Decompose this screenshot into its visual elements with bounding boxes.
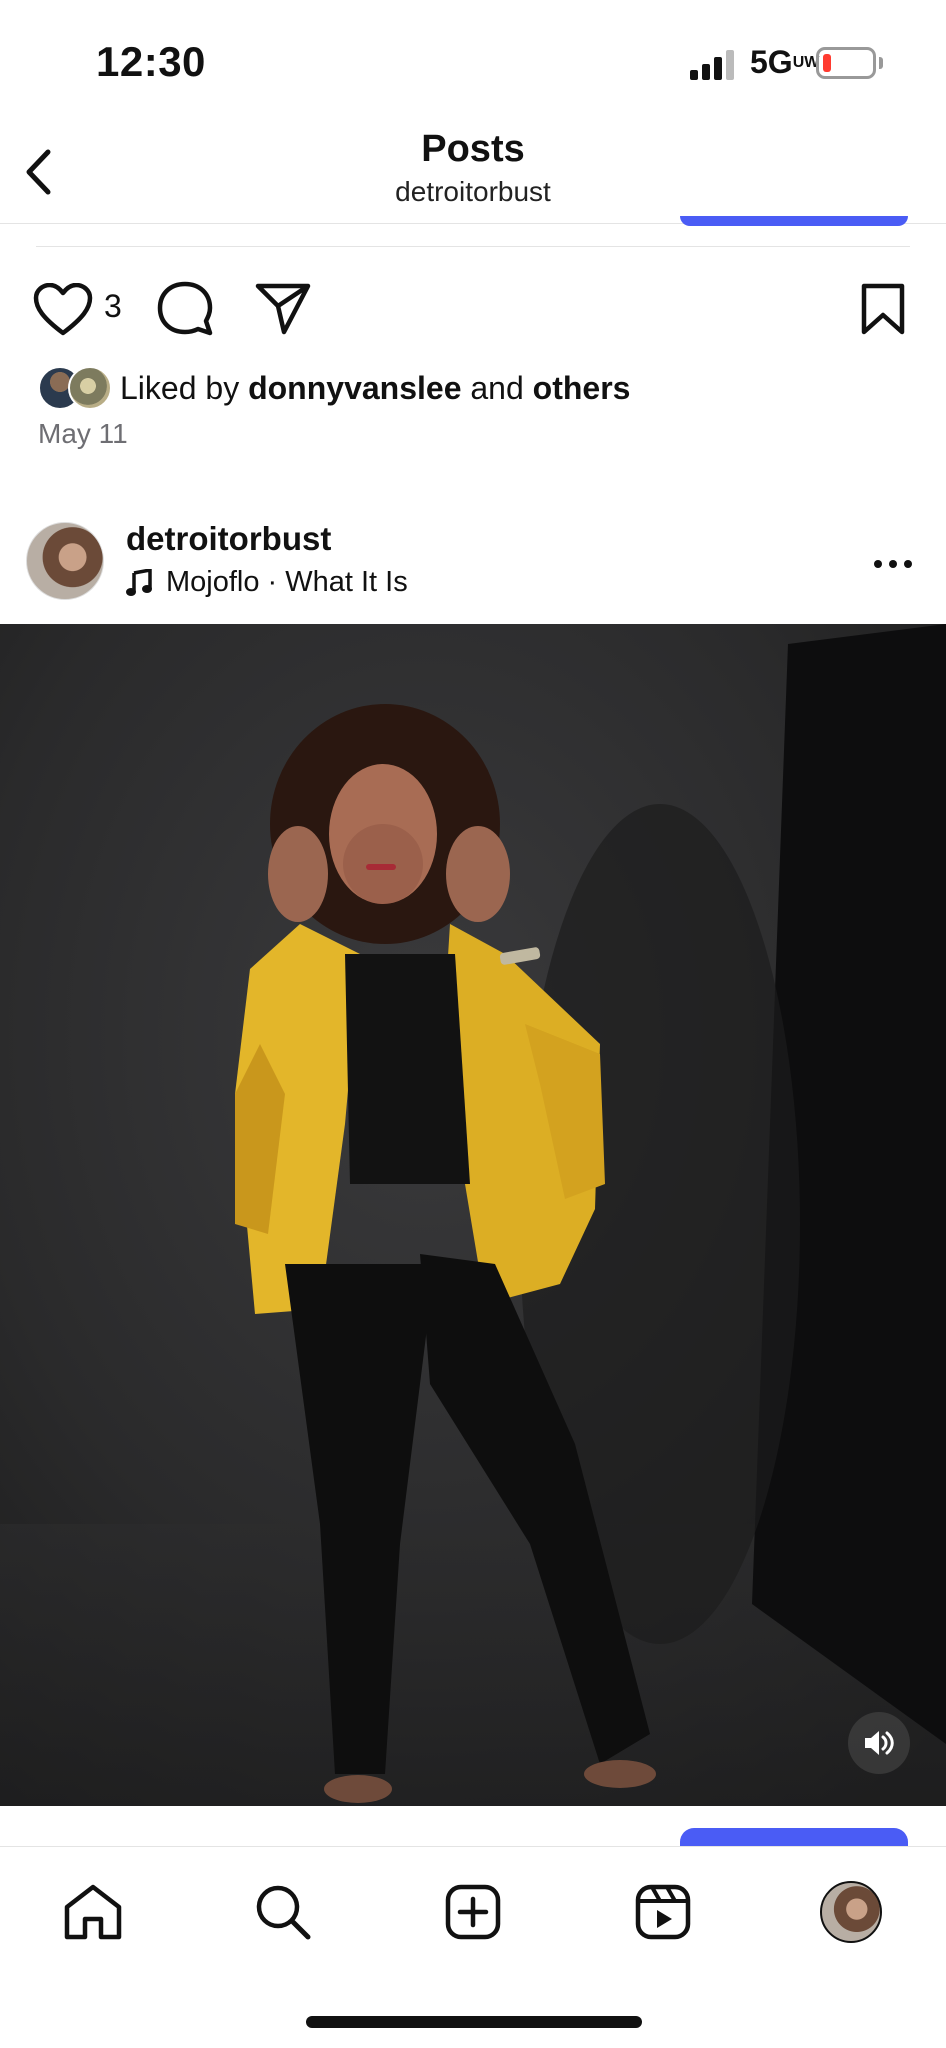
nav-header: Posts detroitorbust xyxy=(0,120,946,224)
home-icon xyxy=(64,1884,122,1940)
bookmark-icon xyxy=(861,283,905,335)
signal-icon xyxy=(690,50,734,80)
mute-button[interactable] xyxy=(848,1712,910,1774)
post-media[interactable] xyxy=(0,624,946,1806)
avatar[interactable] xyxy=(26,522,104,600)
music-label: Mojoflo · What It Is xyxy=(166,566,408,598)
liker-username[interactable]: donnyvanslee xyxy=(248,370,461,406)
like-count[interactable]: 3 xyxy=(104,288,122,325)
heart-icon xyxy=(33,283,93,336)
like-button[interactable] xyxy=(30,280,96,340)
post-date: May 11 xyxy=(38,418,128,449)
battery-icon xyxy=(816,47,876,79)
divider xyxy=(36,246,910,247)
post-music[interactable]: Mojoflo · What It Is xyxy=(126,566,408,599)
tab-profile[interactable] xyxy=(816,1877,886,1947)
likes-summary[interactable]: Liked by donnyvanslee and others xyxy=(38,364,630,412)
profile-avatar xyxy=(820,1881,882,1943)
tab-home[interactable] xyxy=(58,1877,128,1947)
status-time: 12:30 xyxy=(96,38,206,85)
likes-text: Liked by donnyvanslee and others xyxy=(120,369,631,406)
reels-icon xyxy=(635,1884,691,1940)
network-superscript: UW xyxy=(792,54,820,71)
post-photo xyxy=(0,624,946,1806)
network-label: 5GUW xyxy=(750,44,820,80)
battery-tip xyxy=(879,57,883,69)
post-header: detroitorbust Mojoflo · What It Is xyxy=(0,514,946,624)
comment-icon xyxy=(157,281,213,336)
save-button[interactable] xyxy=(854,278,912,340)
likes-others-link[interactable]: others xyxy=(533,370,631,406)
home-indicator[interactable] xyxy=(306,2016,642,2028)
share-button[interactable] xyxy=(252,278,314,340)
music-note-icon xyxy=(126,568,152,596)
status-bar: 12:30 5GUW xyxy=(0,0,946,120)
tab-search[interactable] xyxy=(248,1877,318,1947)
post-action-bar: 3 xyxy=(0,272,946,342)
more-options-button[interactable] xyxy=(866,544,920,584)
post-username[interactable]: detroitorbust xyxy=(126,520,331,558)
tab-create[interactable] xyxy=(438,1877,508,1947)
create-icon xyxy=(445,1884,501,1940)
page-subtitle: detroitorbust xyxy=(395,176,551,207)
comment-button[interactable] xyxy=(154,278,216,340)
search-icon xyxy=(256,1885,311,1940)
paper-plane-icon xyxy=(255,283,311,335)
tab-reels[interactable] xyxy=(628,1877,698,1947)
previous-post-follow-button[interactable] xyxy=(680,216,908,226)
more-horizontal-icon xyxy=(874,560,912,568)
liker-avatar xyxy=(68,366,112,410)
next-post-follow-button[interactable] xyxy=(680,1828,908,1846)
page-title: Posts xyxy=(421,128,525,170)
speaker-icon xyxy=(865,1731,894,1755)
